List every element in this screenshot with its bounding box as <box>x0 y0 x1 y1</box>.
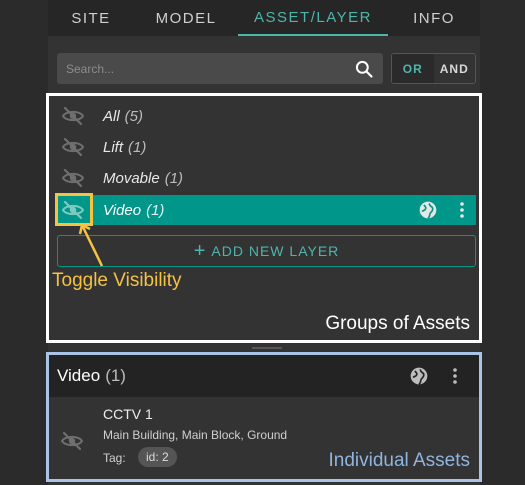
layer-row-lift[interactable]: Lift (1) <box>56 132 476 162</box>
eye-off-icon[interactable] <box>61 166 85 190</box>
layer-name: Movable <box>103 169 160 187</box>
more-vert-icon[interactable] <box>451 367 459 385</box>
layer-name: Lift <box>103 138 124 156</box>
annotation-arrow <box>78 223 104 267</box>
plus-icon: + <box>193 240 207 262</box>
search-box <box>57 53 383 84</box>
tab-info[interactable]: INFO <box>388 0 480 36</box>
add-layer-button[interactable]: + ADD NEW LAYER <box>57 235 476 267</box>
layer-name: Video <box>103 201 142 219</box>
layer-row-movable[interactable]: Movable (1) <box>56 163 476 193</box>
or-toggle-button[interactable]: OR <box>392 54 434 83</box>
search-icon[interactable] <box>354 59 374 79</box>
layer-count: (1) <box>164 169 184 187</box>
asset-location: Main Building, Main Block, Ground <box>103 428 288 442</box>
globe-icon[interactable] <box>409 366 429 386</box>
eye-off-icon[interactable] <box>61 104 85 128</box>
filter-mode-toggle: OR AND <box>391 53 476 84</box>
assets-annotation-label: Individual Assets <box>328 450 470 471</box>
layer-count: (1) <box>128 138 147 156</box>
eye-off-icon[interactable] <box>61 135 85 159</box>
tag-chip[interactable]: id: 2 <box>138 447 177 467</box>
search-input[interactable] <box>57 53 383 84</box>
eye-off-icon[interactable] <box>60 429 84 453</box>
asset-panel-header: Video (1) <box>49 355 479 397</box>
tab-bar: SITE MODEL ASSET/LAYER INFO <box>48 0 480 36</box>
more-vert-icon[interactable] <box>458 201 466 219</box>
asset-panel-count: (1) <box>105 366 126 385</box>
groups-annotation-label: Groups of Assets <box>325 313 470 334</box>
layer-count: (5) <box>124 107 144 125</box>
layer-name: All <box>103 107 120 125</box>
asset-name: CCTV 1 <box>103 406 153 422</box>
and-toggle-button[interactable]: AND <box>433 54 475 83</box>
add-layer-label: ADD NEW LAYER <box>211 243 340 259</box>
layer-count: (1) <box>146 201 165 219</box>
tab-asset-layer[interactable]: ASSET/LAYER <box>238 0 388 36</box>
toggle-visibility-annotation: Toggle Visibility <box>52 270 182 291</box>
asset-tag-label: Tag: <box>103 451 126 465</box>
resize-handle[interactable] <box>252 347 282 349</box>
layer-row-video[interactable]: Video (1) <box>56 195 476 225</box>
asset-panel-title: Video <box>57 366 101 385</box>
globe-icon[interactable] <box>418 200 438 220</box>
tab-site[interactable]: SITE <box>48 0 134 36</box>
tab-model[interactable]: MODEL <box>134 0 238 36</box>
layer-row-all[interactable]: All (5) <box>56 101 476 131</box>
